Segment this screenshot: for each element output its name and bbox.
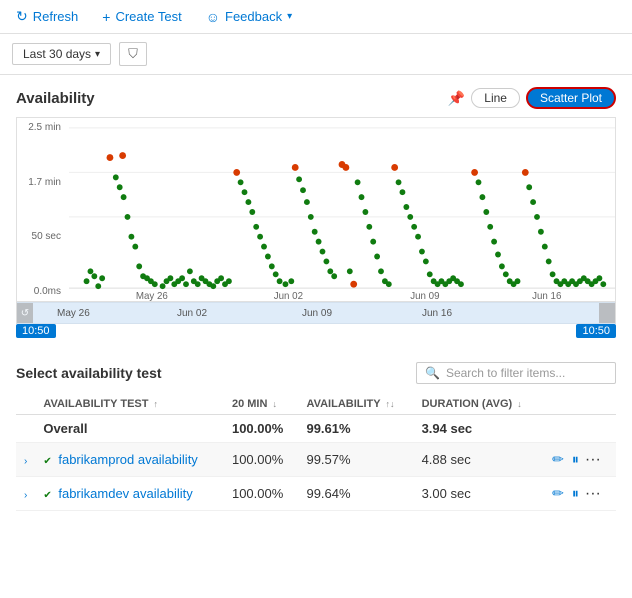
availability-header: Availability 📌 Line Scatter Plot [16, 87, 616, 109]
availability-table: AVAILABILITY TEST ↑ 20 MIN ↓ AVAILABILIT… [16, 394, 616, 511]
scrubber-x-jun09: Jun 09 [302, 308, 332, 319]
overall-actions [542, 415, 616, 443]
sort-icon-0[interactable]: ↑ [154, 399, 159, 409]
y-label-bottom: 0.0ms [21, 286, 65, 297]
overall-expand [16, 415, 35, 443]
scatter-chart: 2.5 min 1.7 min 50 sec 0.0ms May 26 Jun … [16, 117, 616, 302]
row2-name: ✔ fabrikamdev availability [35, 477, 224, 511]
search-box: 🔍 Search to filter items... [416, 362, 616, 384]
search-placeholder: Search to filter items... [446, 366, 565, 380]
date-range-button[interactable]: Last 30 days ▾ [12, 43, 111, 65]
scrubber-x-jun16: Jun 16 [422, 308, 452, 319]
th-20min: 20 MIN ↓ [224, 394, 299, 415]
scatter-plot-button[interactable]: Scatter Plot [526, 87, 616, 109]
overall-min20: 100.00% [224, 415, 299, 443]
svg-text:Jun 02: Jun 02 [274, 291, 303, 301]
more-icon[interactable]: ··· [585, 451, 601, 469]
line-view-button[interactable]: Line [471, 88, 520, 108]
row2-min20: 100.00% [224, 477, 299, 511]
select-section: Select availability test 🔍 Search to fil… [16, 362, 616, 511]
scrubber-time-right: 10:50 [576, 324, 616, 338]
select-title: Select availability test [16, 365, 162, 381]
row1-name: ✔ fabrikamprod availability [35, 443, 224, 477]
row2-expand[interactable]: › [16, 477, 35, 511]
availability-title: Availability [16, 90, 95, 107]
svg-text:Jun 09: Jun 09 [410, 291, 439, 301]
filter-icon: ⛉ [128, 46, 138, 61]
refresh-button[interactable]: ↻ Refresh [12, 6, 82, 27]
feedback-dropdown-icon: ▾ [287, 11, 292, 22]
chart-controls: 📌 Line Scatter Plot [448, 87, 616, 109]
sort-icon-1[interactable]: ↓ [273, 399, 278, 409]
edit-icon[interactable]: ✏ [550, 449, 566, 470]
filter-icon-button[interactable]: ⛉ [119, 42, 147, 66]
pin-icon[interactable]: 📌 [448, 90, 465, 107]
th-expand [16, 394, 35, 415]
overall-duration: 3.94 sec [414, 415, 543, 443]
y-label-top: 2.5 min [21, 122, 65, 133]
scrubber-x-jun02: Jun 02 [177, 308, 207, 319]
overall-name: Overall [35, 415, 224, 443]
filter-bar: Last 30 days ▾ ⛉ [0, 34, 632, 75]
plus-icon: + [102, 9, 110, 25]
row2-action-buttons: ✏ ⏸ ··· [550, 483, 608, 504]
sort-icon-2[interactable]: ↑↓ [385, 399, 394, 409]
overall-row: Overall 100.00% 99.61% 3.94 sec [16, 415, 616, 443]
table-row: › ✔ fabrikamdev availability 100.00% 99.… [16, 477, 616, 511]
table-row: › ✔ fabrikamprod availability 100.00% 99… [16, 443, 616, 477]
feedback-button[interactable]: ☺ Feedback ▾ [202, 7, 296, 27]
th-availability-test: AVAILABILITY TEST ↑ [35, 394, 224, 415]
scrubber-x-may26: May 26 [57, 308, 90, 319]
svg-text:May 26: May 26 [136, 291, 168, 301]
row2-duration: 3.00 sec [414, 477, 543, 511]
scrubber-right-handle[interactable] [599, 303, 615, 323]
scrubber-wrapper: May 26 Jun 02 Jun 09 Jun 16 ↺ 10:50 10:5… [16, 302, 616, 342]
toolbar: ↻ Refresh + Create Test ☺ Feedback ▾ [0, 0, 632, 34]
select-header: Select availability test 🔍 Search to fil… [16, 362, 616, 384]
edit-icon[interactable]: ✏ [550, 483, 566, 504]
row2-availability: 99.64% [298, 477, 413, 511]
row2-actions: ✏ ⏸ ··· [542, 477, 616, 511]
y-label-mid1: 1.7 min [21, 177, 65, 188]
row1-min20: 100.00% [224, 443, 299, 477]
main-content: Availability 📌 Line Scatter Plot 2.5 min… [0, 75, 632, 523]
chevron-down-icon: ▾ [95, 49, 100, 60]
row1-action-buttons: ✏ ⏸ ··· [550, 449, 608, 470]
row1-availability: 99.57% [298, 443, 413, 477]
row1-actions: ✏ ⏸ ··· [542, 443, 616, 477]
th-actions [542, 394, 616, 415]
pause-icon[interactable]: ⏸ [570, 483, 581, 504]
chevron-icon[interactable]: › [24, 490, 27, 501]
chart-svg: May 26 Jun 02 Jun 09 Jun 16 [69, 118, 615, 301]
sort-icon-3[interactable]: ↓ [517, 399, 522, 409]
refresh-icon: ↻ [16, 8, 28, 25]
row1-expand[interactable]: › [16, 443, 35, 477]
y-axis: 2.5 min 1.7 min 50 sec 0.0ms [17, 118, 69, 301]
smiley-icon: ☺ [206, 9, 220, 25]
th-duration: DURATION (AVG) ↓ [414, 394, 543, 415]
time-labels: 10:50 10:50 [16, 324, 616, 342]
search-icon: 🔍 [425, 366, 440, 380]
chevron-icon[interactable]: › [24, 456, 27, 467]
th-availability: AVAILABILITY ↑↓ [298, 394, 413, 415]
scrubber-mini-chart: May 26 Jun 02 Jun 09 Jun 16 ↺ [16, 302, 616, 324]
status-icon-green: ✔ [43, 456, 51, 467]
scrubber-time-left: 10:50 [16, 324, 56, 338]
more-icon[interactable]: ··· [585, 485, 601, 503]
left-handle-icon: ↺ [21, 308, 29, 319]
create-test-button[interactable]: + Create Test [98, 7, 185, 27]
row1-duration: 4.88 sec [414, 443, 543, 477]
overall-availability: 99.61% [298, 415, 413, 443]
scrubber-left-handle[interactable]: ↺ [17, 303, 33, 323]
y-label-mid2: 50 sec [21, 231, 65, 242]
svg-text:Jun 16: Jun 16 [532, 291, 562, 301]
pause-icon[interactable]: ⏸ [570, 449, 581, 470]
status-icon-green: ✔ [43, 490, 51, 501]
